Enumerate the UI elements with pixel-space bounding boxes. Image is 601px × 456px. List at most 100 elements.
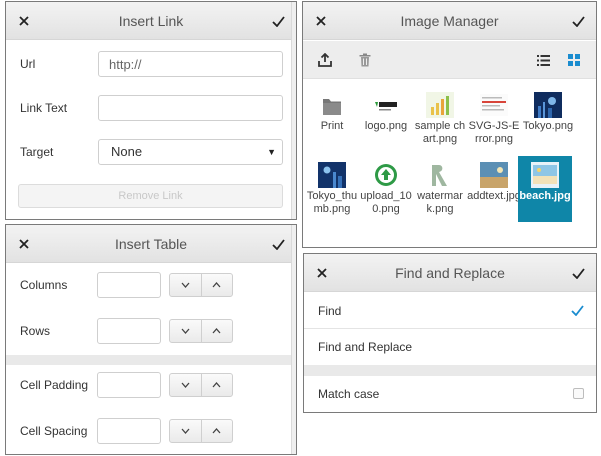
section-divider	[6, 355, 296, 365]
checkmark-icon	[571, 15, 585, 27]
confirm-button[interactable]	[562, 2, 594, 40]
link-text-label: Link Text	[20, 101, 68, 115]
file-name: addtext.jpg	[467, 190, 521, 202]
url-row: Url	[6, 48, 296, 80]
cell-spacing-input[interactable]	[97, 418, 161, 444]
folder-item[interactable]: Print	[305, 86, 359, 152]
decrement-button[interactable]	[170, 274, 201, 296]
checkmark-icon	[571, 267, 585, 279]
remove-link-button[interactable]: Remove Link	[18, 184, 283, 208]
dialog-title: Find and Replace	[395, 265, 505, 281]
file-item-selected[interactable]: beach.jpg	[518, 156, 572, 222]
columns-label: Columns	[20, 278, 68, 292]
rows-input[interactable]	[97, 318, 161, 344]
chevron-down-icon	[181, 282, 190, 288]
chevron-up-icon	[212, 382, 221, 388]
image-manager-dialog: Image Manager Print logo.png sample char…	[302, 1, 597, 248]
chevron-down-icon	[181, 328, 190, 334]
grid-view-button[interactable]	[560, 41, 588, 79]
increment-button[interactable]	[200, 420, 233, 442]
upload-icon	[318, 53, 332, 67]
confirm-button[interactable]	[562, 254, 594, 292]
file-item[interactable]: watermark.png	[413, 156, 467, 222]
cell-spacing-stepper	[169, 419, 233, 443]
url-label: Url	[20, 57, 36, 71]
dialog-title: Image Manager	[400, 13, 499, 29]
chevron-up-icon	[212, 282, 221, 288]
file-item[interactable]: Tokyo_thumb.png	[305, 156, 359, 222]
file-item[interactable]: SVG-JS-Error.png	[467, 86, 521, 152]
find-option[interactable]: Find	[304, 293, 596, 329]
section-divider	[304, 365, 596, 376]
scrollbar[interactable]	[291, 2, 296, 219]
file-item[interactable]: Tokyo.png	[521, 86, 575, 152]
file-name: logo.png	[364, 120, 408, 132]
cell-spacing-row: Cell Spacing	[6, 415, 296, 447]
columns-stepper	[169, 273, 233, 297]
insert-table-titlebar: Insert Table	[6, 225, 296, 263]
decrement-button[interactable]	[170, 374, 201, 396]
target-select-value: None	[111, 144, 143, 159]
checkmark-icon	[271, 15, 285, 27]
find-replace-dialog: Find and Replace Find Find and Replace M…	[303, 253, 597, 413]
columns-input[interactable]	[97, 272, 161, 298]
target-select[interactable]: None ▼	[98, 139, 283, 165]
chevron-up-icon	[212, 428, 221, 434]
upload-button[interactable]	[311, 41, 339, 79]
file-name: upload_100.png	[360, 190, 412, 215]
image-manager-toolbar	[303, 41, 596, 79]
confirm-button[interactable]	[262, 2, 294, 40]
confirm-button[interactable]	[262, 225, 294, 263]
file-item[interactable]: addtext.jpg	[467, 156, 521, 222]
find-replace-titlebar: Find and Replace	[304, 254, 596, 292]
trash-icon	[359, 53, 371, 67]
find-and-replace-option[interactable]: Find and Replace	[304, 329, 596, 365]
file-item[interactable]: logo.png	[359, 86, 413, 152]
beach-thumbnail	[531, 162, 559, 188]
file-name: sample chart.png	[414, 120, 466, 145]
insert-link-dialog: Insert Link Url Link Text Target None ▼ …	[5, 1, 297, 220]
match-case-row[interactable]: Match case	[304, 376, 596, 412]
url-input[interactable]	[98, 51, 283, 77]
file-item[interactable]: upload_100.png	[359, 156, 413, 222]
increment-button[interactable]	[200, 374, 233, 396]
dialog-title: Insert Link	[118, 13, 184, 29]
rows-label: Rows	[20, 324, 51, 338]
list-view-button[interactable]	[529, 41, 557, 79]
match-case-checkbox[interactable]	[573, 388, 584, 399]
addtext-thumbnail	[480, 162, 508, 188]
insert-link-titlebar: Insert Link	[6, 2, 296, 40]
match-case-label: Match case	[318, 387, 380, 401]
link-text-input[interactable]	[98, 95, 283, 121]
target-row: Target None ▼	[6, 136, 296, 168]
chevron-down-icon	[181, 428, 190, 434]
chevron-up-icon	[212, 328, 221, 334]
decrement-button[interactable]	[170, 320, 201, 342]
image-manager-titlebar: Image Manager	[303, 2, 596, 40]
rows-stepper	[169, 319, 233, 343]
scrollbar[interactable]	[291, 225, 296, 454]
chevron-down-icon	[181, 382, 190, 388]
increment-button[interactable]	[200, 274, 233, 296]
list-view-icon	[536, 54, 550, 66]
find-label: Find	[318, 304, 342, 318]
link-text-row: Link Text	[6, 92, 296, 124]
file-name: watermark.png	[417, 190, 463, 215]
cell-padding-input[interactable]	[97, 372, 161, 398]
find-and-replace-label: Find and Replace	[318, 340, 413, 354]
insert-table-dialog: Insert Table Columns Rows Cell Padding C…	[5, 224, 297, 455]
cell-padding-stepper	[169, 373, 233, 397]
cell-padding-row: Cell Padding	[6, 369, 296, 401]
checkmark-icon	[271, 238, 285, 250]
decrement-button[interactable]	[170, 420, 201, 442]
cell-padding-label: Cell Padding	[20, 378, 89, 392]
tokyo-thumb-thumbnail	[318, 162, 346, 188]
file-name: Tokyo_thumb.png	[306, 190, 358, 215]
dropdown-caret-icon: ▼	[267, 147, 276, 157]
delete-button[interactable]	[351, 41, 379, 79]
increment-button[interactable]	[200, 320, 233, 342]
selected-check-icon	[571, 305, 584, 316]
columns-row: Columns	[6, 269, 296, 301]
svg-error-thumbnail	[480, 94, 508, 116]
file-item[interactable]: sample chart.png	[413, 86, 467, 152]
